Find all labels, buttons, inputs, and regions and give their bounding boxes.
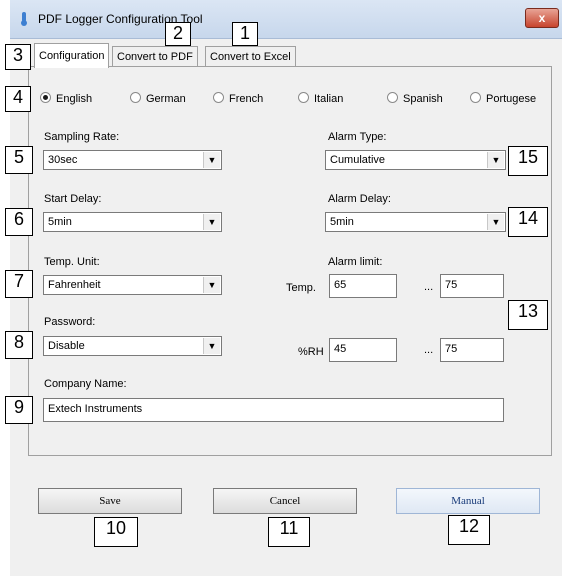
temp-limit-label: Temp.: [286, 282, 316, 294]
radio-label: Italian: [314, 93, 344, 105]
title-bar: PDF Logger Configuration Tool x: [10, 0, 562, 39]
alarm-limit-label: Alarm limit:: [328, 256, 383, 268]
radio-spanish[interactable]: Spanish: [387, 92, 443, 106]
alarm-delay-select[interactable]: 5min ▼: [325, 212, 506, 232]
temp-unit-label: Temp. Unit:: [44, 256, 100, 268]
radio-italian[interactable]: Italian: [298, 92, 343, 106]
alarm-type-label: Alarm Type:: [328, 131, 387, 143]
radio-label: Portugese: [486, 93, 537, 105]
start-delay-select[interactable]: 5min ▼: [43, 212, 222, 232]
tab-convert-to-pdf[interactable]: Convert to PDF: [112, 46, 198, 67]
callout-5: 5: [5, 146, 33, 174]
range-separator: ...: [424, 344, 434, 356]
radio-label: English: [56, 93, 93, 105]
close-button[interactable]: x: [525, 8, 559, 28]
select-value: Cumulative: [330, 154, 386, 166]
select-value: Fahrenheit: [48, 279, 101, 291]
alarm-delay-label: Alarm Delay:: [328, 193, 391, 205]
radio-icon: [387, 92, 398, 103]
radio-icon: [470, 92, 481, 103]
radio-icon: [130, 92, 141, 103]
select-value: Disable: [48, 340, 85, 352]
temp-unit-select[interactable]: Fahrenheit ▼: [43, 275, 222, 295]
radio-label: Spanish: [403, 93, 443, 105]
radio-french[interactable]: French: [213, 92, 263, 106]
radio-icon: [213, 92, 224, 103]
tab-convert-to-excel[interactable]: Convert to Excel: [205, 46, 296, 67]
callout-2: 2: [165, 22, 191, 46]
rh-high-input[interactable]: 75: [440, 338, 504, 362]
thermometer-icon: [21, 12, 27, 26]
input-value: 65: [334, 279, 347, 291]
select-value: 30sec: [48, 154, 78, 166]
rh-low-input[interactable]: 45: [329, 338, 397, 362]
callout-6: 6: [5, 208, 33, 236]
temp-low-input[interactable]: 65: [329, 274, 397, 298]
temp-high-input[interactable]: 75: [440, 274, 504, 298]
callout-4: 4: [5, 86, 31, 112]
callout-11: 11: [268, 517, 310, 547]
radio-icon: [298, 92, 309, 103]
chevron-down-icon[interactable]: ▼: [203, 214, 220, 230]
input-value: 45: [334, 343, 347, 355]
radio-german[interactable]: German: [130, 92, 186, 106]
select-value: 5min: [48, 216, 72, 228]
radio-label: German: [146, 93, 186, 105]
chevron-down-icon[interactable]: ▼: [203, 152, 220, 168]
chevron-down-icon[interactable]: ▼: [203, 338, 220, 354]
callout-12: 12: [448, 515, 490, 545]
callout-8: 8: [5, 331, 33, 359]
callout-15: 15: [508, 146, 548, 176]
company-name-input[interactable]: Extech Instruments: [43, 398, 504, 422]
sampling-rate-select[interactable]: 30sec ▼: [43, 150, 222, 170]
callout-3: 3: [5, 44, 31, 70]
rh-limit-label: %RH: [298, 346, 324, 358]
tab-configuration[interactable]: Configuration: [34, 43, 110, 68]
callout-14: 14: [508, 207, 548, 237]
password-select[interactable]: Disable ▼: [43, 336, 222, 356]
manual-button[interactable]: Manual: [396, 488, 540, 514]
password-label: Password:: [44, 316, 96, 328]
radio-english[interactable]: English: [40, 92, 92, 106]
alarm-type-select[interactable]: Cumulative ▼: [325, 150, 506, 170]
start-delay-label: Start Delay:: [44, 193, 102, 205]
radio-label: French: [229, 93, 264, 105]
chevron-down-icon[interactable]: ▼: [487, 152, 504, 168]
chevron-down-icon[interactable]: ▼: [203, 277, 220, 293]
input-value: 75: [445, 279, 458, 291]
company-name-label: Company Name:: [44, 378, 127, 390]
save-button[interactable]: Save: [38, 488, 182, 514]
cancel-button[interactable]: Cancel: [213, 488, 357, 514]
range-separator: ...: [424, 281, 434, 293]
callout-10: 10: [94, 517, 138, 547]
callout-13: 13: [508, 300, 548, 330]
callout-9: 9: [5, 396, 33, 424]
input-value: Extech Instruments: [48, 403, 143, 415]
select-value: 5min: [330, 216, 354, 228]
sampling-rate-label: Sampling Rate:: [44, 131, 120, 143]
input-value: 75: [445, 343, 458, 355]
callout-7: 7: [5, 270, 33, 298]
callout-1: 1: [232, 22, 258, 46]
chevron-down-icon[interactable]: ▼: [487, 214, 504, 230]
radio-portugese[interactable]: Portugese: [470, 92, 536, 106]
radio-selected-icon: [40, 92, 51, 103]
